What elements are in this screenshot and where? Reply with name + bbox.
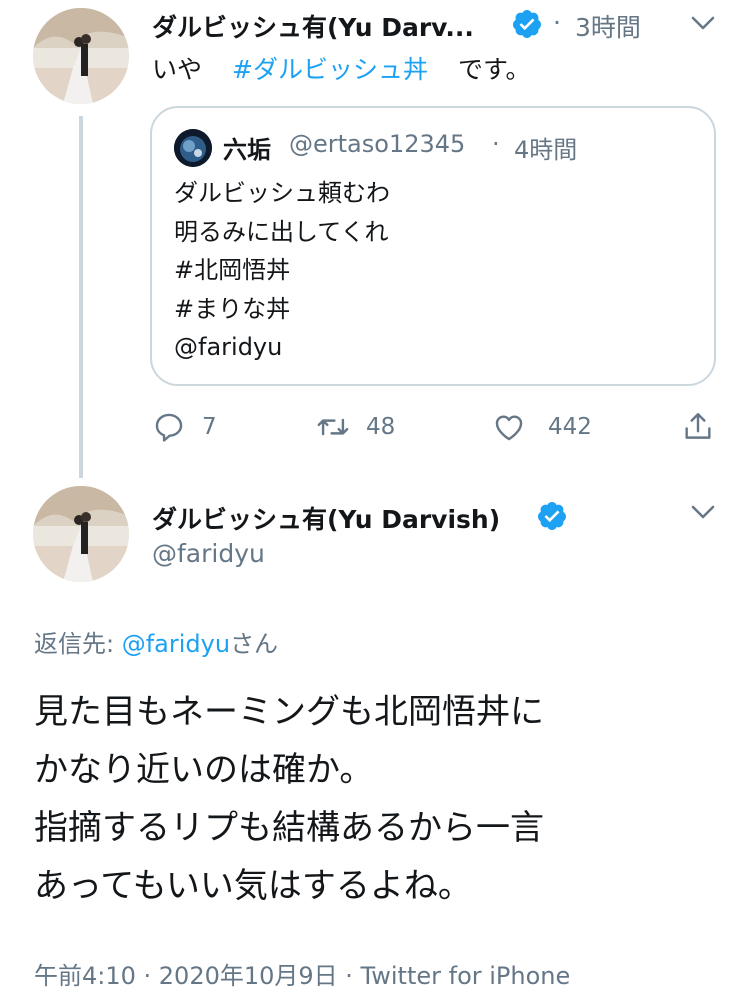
- tweet-text: いや #ダルビッシュ丼 です。: [152, 50, 530, 86]
- avatar[interactable]: [33, 8, 129, 104]
- quoted-avatar[interactable]: [174, 129, 212, 167]
- hashtag-link[interactable]: #ダルビッシュ丼: [232, 55, 428, 84]
- quoted-time: 4時間: [514, 136, 578, 164]
- reply-to-label: 返信先:: [34, 630, 122, 658]
- share-action[interactable]: [681, 410, 715, 444]
- avatar-photo: [33, 486, 129, 582]
- reply-to-line: 返信先: @faridyuさん: [34, 624, 278, 659]
- quoted-tweet-card[interactable]: 六垢 @ertaso12345 · 4時間 ダルビッシュ頼むわ 明るみに出してく…: [150, 106, 716, 386]
- share-icon[interactable]: [681, 410, 715, 444]
- quoted-avatar-image: [174, 129, 212, 167]
- quoted-line: ダルビッシュ頼むわ: [174, 179, 390, 207]
- tweet-body-line: 指摘するリプも結構あるから一言: [34, 808, 544, 848]
- verified-badge-icon: [537, 502, 566, 530]
- tweet-text-after: です。: [457, 55, 531, 84]
- quoted-author-name[interactable]: 六垢: [223, 130, 271, 165]
- like-count: 442: [548, 414, 592, 440]
- tweet-timestamp[interactable]: 午前4:10 · 2020年10月9日 · Twitter for iPhone: [34, 956, 570, 991]
- reply-count: 7: [202, 414, 217, 440]
- quoted-hashtag: #まりな丼: [174, 294, 291, 323]
- retweet-icon[interactable]: [316, 410, 350, 444]
- tweet-body-line: あってもいい気はするよね。: [34, 866, 472, 906]
- avatar[interactable]: [33, 486, 129, 582]
- reply-to-handle[interactable]: @faridyu: [122, 630, 230, 658]
- reply-action[interactable]: 7: [152, 410, 217, 444]
- chevron-down-icon[interactable]: [688, 8, 718, 38]
- chevron-down-icon[interactable]: [688, 497, 718, 527]
- quoted-line: 明るみに出してくれ: [174, 217, 389, 246]
- tweet-body-line: かなり近いのは確か。: [34, 750, 374, 790]
- tweet-body: 見た目もネーミングも北岡悟丼に かなり近いのは確か。 指摘するリプも結構あるから…: [34, 683, 544, 915]
- like-action[interactable]: 442: [492, 410, 592, 444]
- tweet-text-before: いや: [152, 55, 203, 84]
- retweet-count: 48: [366, 414, 396, 440]
- quoted-mention: @faridyu: [174, 333, 283, 361]
- quoted-handle[interactable]: @ertaso12345: [289, 130, 465, 158]
- author-name[interactable]: ダルビッシュ有(Yu Darv...: [152, 8, 474, 44]
- time-separator: ·: [553, 8, 561, 37]
- reply-icon[interactable]: [152, 410, 186, 444]
- quoted-time-separator: ·: [492, 130, 500, 158]
- tweet-time[interactable]: 3時間: [575, 8, 641, 44]
- reply-to-suffix: さん: [230, 630, 279, 658]
- author-handle[interactable]: @faridyu: [152, 539, 265, 568]
- quoted-text: ダルビッシュ頼むわ 明るみに出してくれ #北岡悟丼 #まりな丼 @faridyu: [174, 174, 390, 367]
- author-name[interactable]: ダルビッシュ有(Yu Darvish): [152, 500, 500, 536]
- avatar-photo: [33, 8, 129, 104]
- retweet-action[interactable]: 48: [316, 410, 395, 444]
- verified-badge-icon: [512, 10, 541, 38]
- like-icon[interactable]: [492, 410, 526, 444]
- tweet-body-line: 見た目もネーミングも北岡悟丼に: [34, 692, 544, 732]
- quoted-hashtag: #北岡悟丼: [174, 256, 291, 284]
- thread-line: [79, 116, 83, 478]
